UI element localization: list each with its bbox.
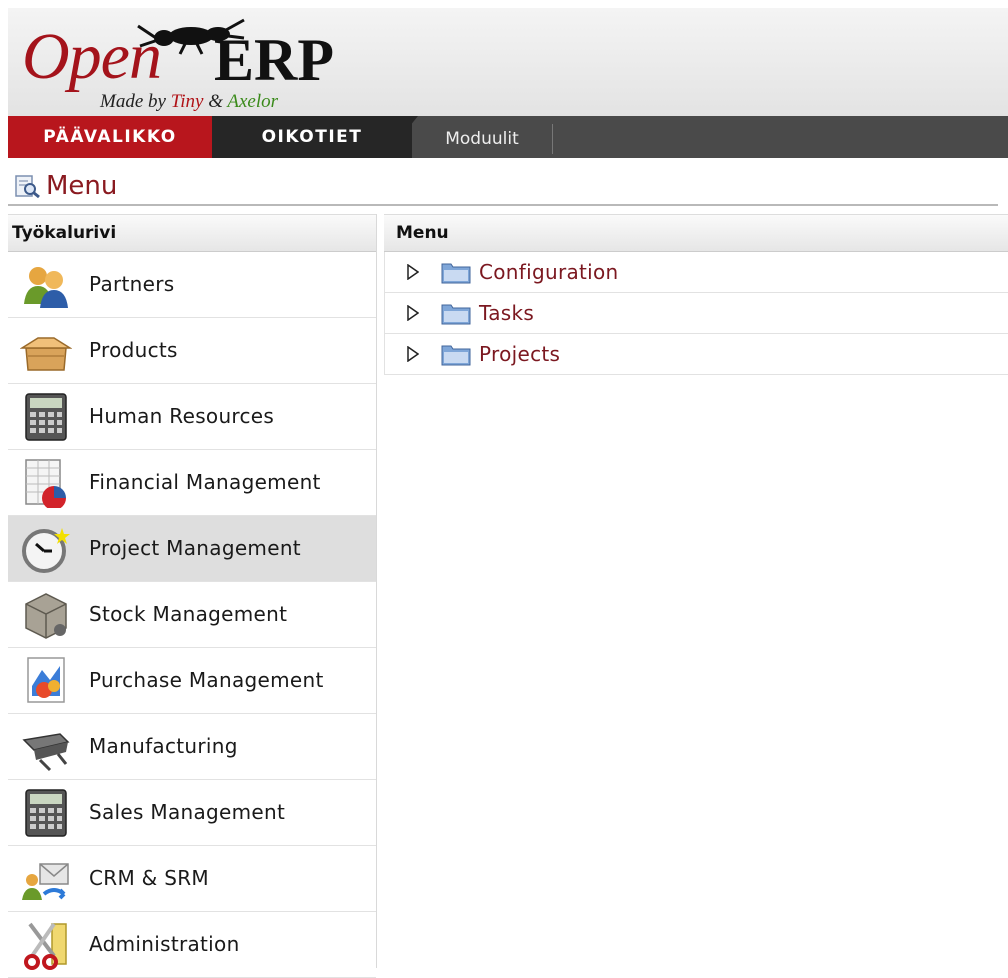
folder-icon [441, 304, 471, 325]
sidebar-item-label: Administration [89, 932, 240, 956]
sidebar-item-label: CRM & SRM [89, 866, 209, 890]
expand-triangle-icon[interactable] [407, 264, 419, 280]
manufacturing-machine-icon [22, 733, 70, 772]
sidebar-item-label: Sales Management [89, 800, 286, 824]
purchase-chart-icon [27, 657, 65, 703]
sidebar-item-purchase-management[interactable]: Purchase Management [8, 648, 376, 714]
sidebar-item-label: Manufacturing [89, 734, 238, 758]
sidebar-item-stock-management[interactable]: Stock Management [8, 582, 376, 648]
tab-modules[interactable]: Moduulit [412, 124, 553, 154]
expand-triangle-icon[interactable] [407, 346, 419, 362]
sidebar-heading: Työkalurivi [8, 214, 376, 252]
sidebar-item-products[interactable]: Products [8, 318, 376, 384]
logo-open-text: Open [22, 20, 162, 93]
sidebar-item-label: Project Management [89, 536, 301, 560]
logo-erp-text: ERP [214, 27, 334, 93]
sidebar-item-partners[interactable]: Partners [8, 252, 376, 318]
header: Open ERP Made by Tiny & Axelor [8, 8, 1008, 116]
scissors-icon [24, 922, 67, 970]
logo-tagline: Made by Tiny & Axelor [100, 91, 278, 113]
menu-heading: Menu [384, 214, 1008, 252]
top-nav-bar: PÄÄVALIKKO OIKOTIET Moduulit [8, 116, 1008, 158]
sidebar-item-financial-management[interactable]: Financial Management [8, 450, 376, 516]
clock-icon [22, 528, 70, 573]
tree-item-configuration[interactable]: Configuration [384, 252, 1008, 293]
page-title: Menu [46, 171, 118, 201]
sidebar-item-label: Financial Management [89, 470, 321, 494]
magnifier-doc-icon [15, 175, 40, 198]
page-title-bar: Menu [8, 168, 998, 206]
tree-item-projects[interactable]: Projects [384, 334, 1008, 375]
expand-triangle-icon[interactable] [407, 305, 419, 321]
tab-main-menu[interactable]: PÄÄVALIKKO [8, 116, 212, 158]
sidebar-item-crm-srm[interactable]: CRM & SRM [8, 846, 376, 912]
tree-item-label[interactable]: Configuration [479, 252, 619, 292]
sidebar-item-label: Partners [89, 272, 175, 296]
logo-tiny: Tiny [170, 91, 204, 112]
crm-people-icon [22, 863, 69, 900]
menu-tree-panel: Menu Configuration Tasks Projects [384, 214, 1008, 375]
folder-icon [441, 263, 471, 284]
sidebar-item-administration[interactable]: Administration [8, 912, 376, 978]
sidebar-item-label: Stock Management [89, 602, 288, 626]
sidebar-item-label: Products [89, 338, 178, 362]
tree-item-label[interactable]: Projects [479, 334, 560, 374]
spreadsheet-chart-icon [25, 459, 66, 508]
calculator-icon [25, 393, 67, 441]
sidebar-item-label: Purchase Management [89, 668, 324, 692]
stock-crate-icon [25, 593, 67, 639]
sidebar-item-manufacturing[interactable]: Manufacturing [8, 714, 376, 780]
partners-icon [24, 267, 68, 308]
sidebar-item-human-resources[interactable]: Human Resources [8, 384, 376, 450]
tree-item-tasks[interactable]: Tasks [384, 293, 1008, 334]
openerp-logo[interactable]: Open ERP Made by Tiny & Axelor [22, 16, 382, 116]
logo-made-by: Made by [100, 91, 166, 112]
tab-shortcuts[interactable]: OIKOTIET [212, 116, 412, 158]
logo-amp: & [208, 91, 223, 112]
sidebar-item-project-management[interactable]: Project Management [8, 516, 376, 582]
folder-icon [441, 345, 471, 366]
sidebar-item-sales-management[interactable]: Sales Management [8, 780, 376, 846]
sidebar-item-label: Human Resources [89, 404, 275, 428]
tree-item-label[interactable]: Tasks [479, 293, 534, 333]
sidebar-toolbar: Työkalurivi Partners Products Human Reso… [8, 214, 377, 978]
logo-axelor: Axelor [227, 91, 279, 112]
box-icon [20, 337, 72, 371]
calculator-icon [25, 789, 67, 837]
